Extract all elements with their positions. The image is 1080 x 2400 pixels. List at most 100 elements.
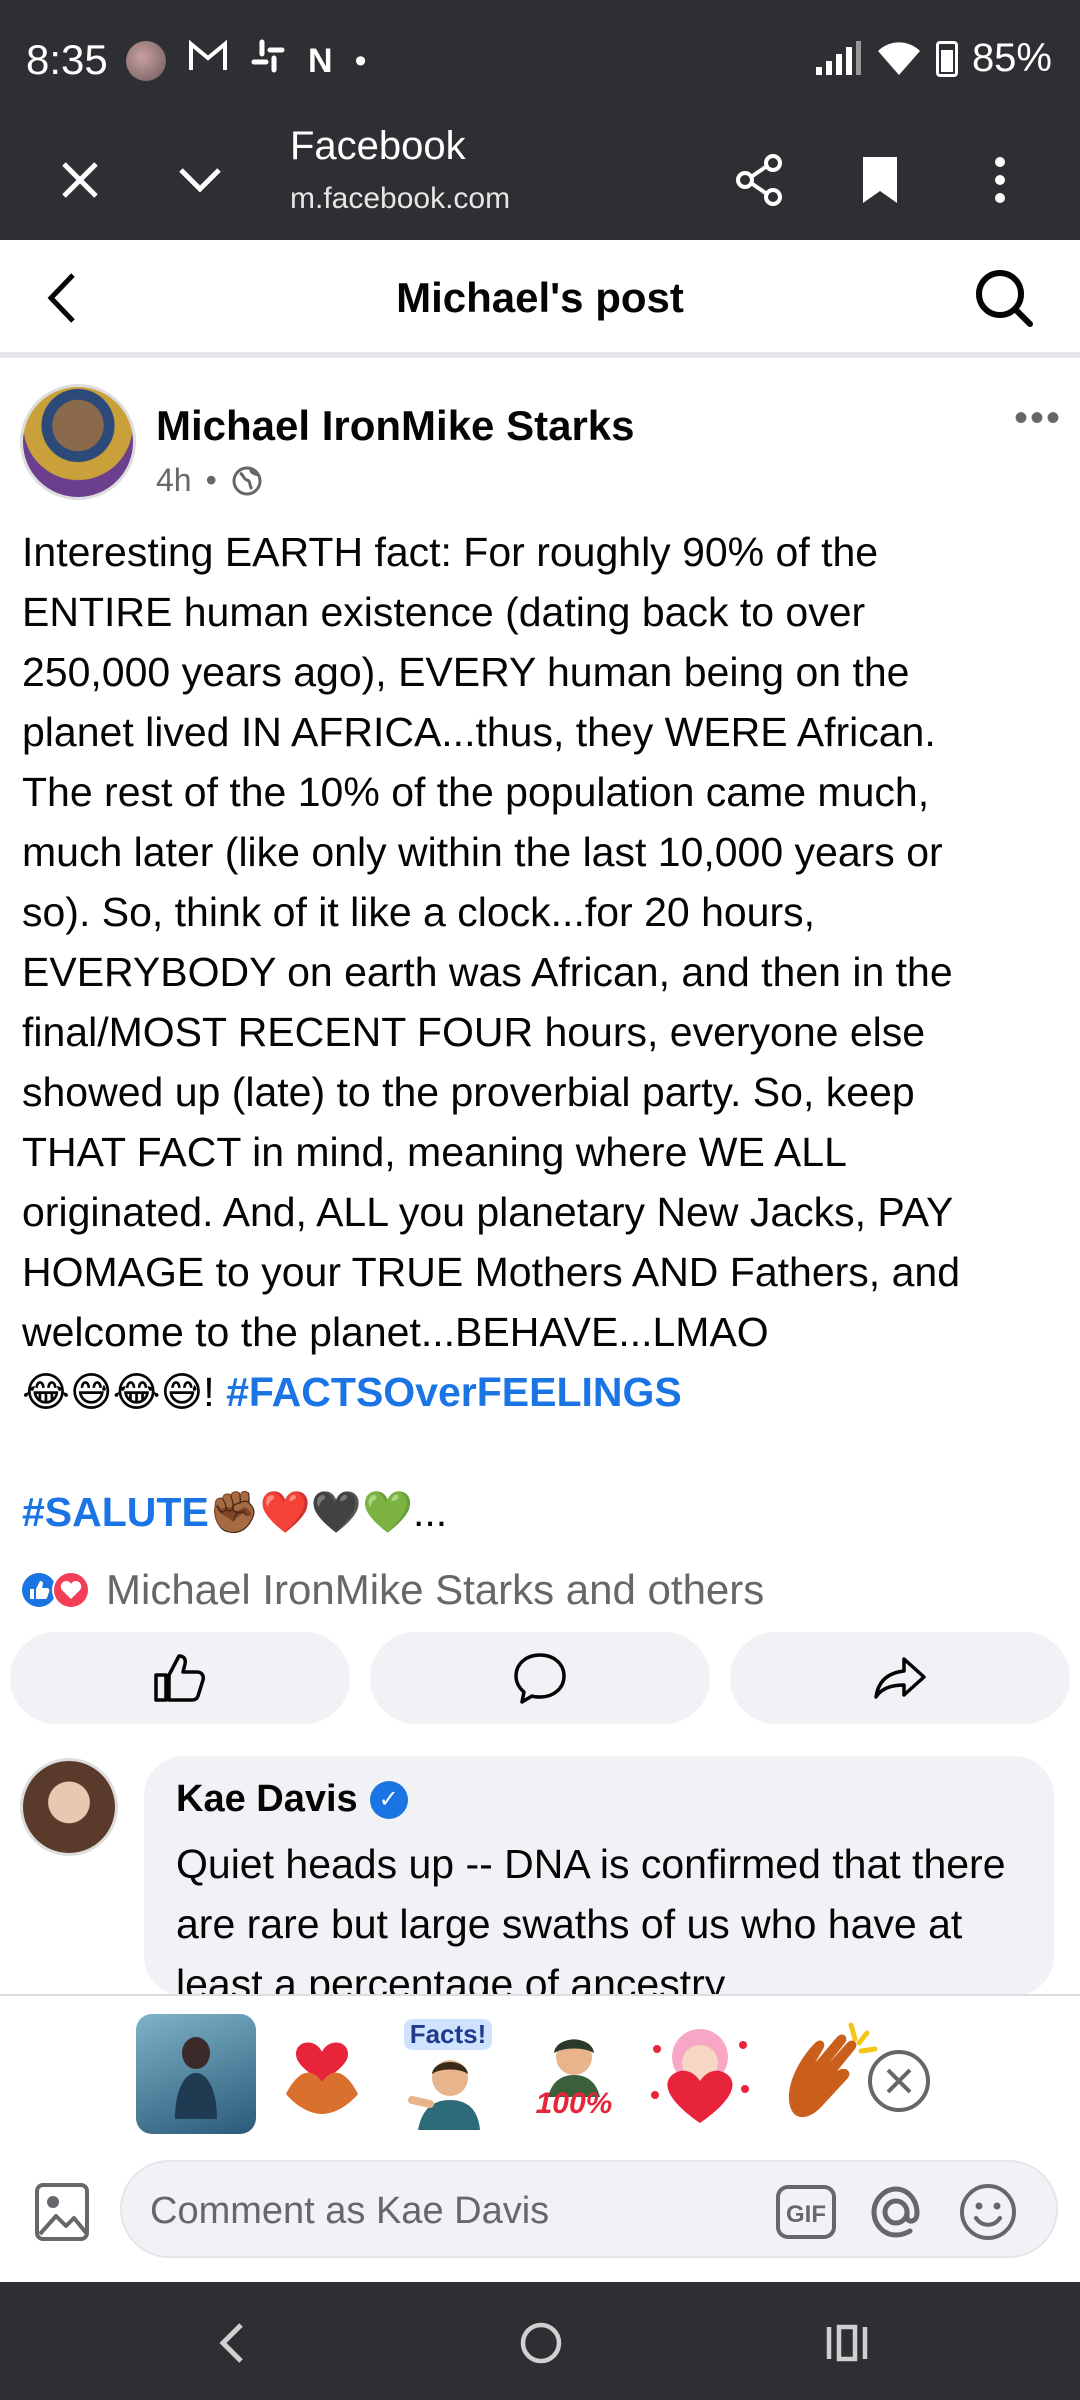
wifi-icon <box>877 41 920 75</box>
gmail-icon <box>188 39 228 81</box>
post-time[interactable]: 4h <box>156 462 192 499</box>
hashtag-salute[interactable]: #SALUTE <box>22 1489 209 1535</box>
post-options-button[interactable]: ••• <box>1014 396 1062 441</box>
hashtag-facts-over-feelings[interactable]: #FACTSOverFEELINGS <box>226 1369 682 1415</box>
comment-author-name[interactable]: Kae Davis <box>176 1778 358 1821</box>
back-icon <box>219 2323 243 2363</box>
smiley-icon <box>960 2184 1016 2240</box>
hundred-sticker-label: 100% <box>535 2087 613 2120</box>
status-time: 8:35 <box>26 36 108 83</box>
post-line: planet lived IN AFRICA...thus, they WERE… <box>22 709 936 755</box>
post-line: Interesting EARTH fact: For roughly 90% … <box>22 529 879 575</box>
bookmark-button[interactable] <box>848 148 912 212</box>
signal-icon <box>815 40 861 75</box>
share-icon <box>736 154 782 206</box>
more-vertical-icon <box>995 157 1005 203</box>
verified-badge-icon: ✓ <box>369 1780 408 1819</box>
home-circle-icon <box>520 2322 562 2364</box>
netflix-icon: N <box>308 41 333 80</box>
nav-back-button[interactable] <box>196 2308 266 2378</box>
battery-level: 85% <box>971 36 1052 80</box>
post-author-avatar[interactable] <box>20 384 136 500</box>
post-author-name[interactable]: Michael IronMike Starks <box>156 402 635 450</box>
post-line: originated. And, ALL you planetary New J… <box>22 1189 954 1235</box>
post-salute-line: #SALUTE✊🏾❤️🖤💚... <box>22 1482 1062 1542</box>
post-line: EVERYBODY on earth was African, and then… <box>22 949 953 995</box>
page-header: Michael's post <box>0 240 1080 358</box>
post-line: showed up (late) to the proverbial party… <box>22 1069 915 1115</box>
reactions-text[interactable]: Michael IronMike Starks and others <box>106 1566 764 1614</box>
post-line: so). So, think of it like a clock...for … <box>22 889 816 935</box>
close-icon <box>62 162 98 198</box>
dot-icon: • <box>354 41 367 80</box>
post-line: much later (like only within the last 10… <box>22 829 943 875</box>
comment-text: Quiet heads up -- DNA is confirmed that … <box>176 1841 1006 1996</box>
system-status: 85% <box>814 36 1052 81</box>
page-title: Michael's post <box>396 274 684 321</box>
gif-icon: GIF <box>776 2185 836 2239</box>
hundred-percent-sticker[interactable]: 100% <box>514 2014 634 2134</box>
post-emoji-line: 😂😅😂😅! #FACTSOverFEELINGS <box>22 1362 1062 1422</box>
photo-picker-button[interactable] <box>34 2182 90 2242</box>
emoji-sequence: 😂😅😂😅! <box>22 1369 227 1415</box>
heart-hands-sticker[interactable] <box>262 2014 382 2134</box>
share-button[interactable] <box>728 148 792 212</box>
image-icon <box>35 2183 89 2241</box>
nav-home-button[interactable] <box>506 2308 576 2378</box>
close-tab-button[interactable] <box>48 148 112 212</box>
search-icon <box>976 270 1033 327</box>
browser-menu-button[interactable] <box>968 148 1032 212</box>
minimize-button[interactable] <box>168 148 232 212</box>
browser-page-title: Facebook <box>290 124 466 168</box>
facts-sticker[interactable]: Facts! <box>388 2014 508 2134</box>
comment-input[interactable]: Comment as Kae Davis GIF <box>120 2160 1058 2258</box>
comment-author[interactable]: Kae Davis ✓ <box>176 1778 408 1821</box>
sticker-suggestions: Facts! 100% <box>136 2014 886 2134</box>
globe-icon <box>232 466 262 495</box>
post-line: welcome to the planet...BEHAVE...LMAO <box>22 1309 769 1355</box>
heart-girl-sticker[interactable] <box>640 2014 760 2134</box>
at-mention-icon <box>871 2186 920 2238</box>
emoji-button[interactable] <box>956 2180 1020 2244</box>
status-bar: 8:35 N • 85% <box>0 0 1080 124</box>
post-body: Interesting EARTH fact: For roughly 90% … <box>22 522 1062 1542</box>
comment-button[interactable] <box>370 1632 710 1724</box>
comment-composer: Facts! 100% Comment as Kae Davis GIF <box>0 1994 1080 2282</box>
post-line: final/MOST RECENT FOUR hours, everyone e… <box>22 1009 926 1055</box>
browser-toolbar: Facebook m.facebook.com <box>0 124 1080 240</box>
comment-bubble: Kae Davis ✓ Quiet heads up -- DNA is con… <box>144 1756 1054 1996</box>
post-line: ENTIRE human existence (dating back to o… <box>22 589 866 635</box>
comment-input-placeholder: Comment as Kae Davis <box>150 2190 550 2232</box>
recents-icon <box>826 2324 868 2362</box>
like-icon <box>154 1654 205 1702</box>
battery-icon <box>935 40 958 77</box>
browser-url[interactable]: m.facebook.com <box>290 182 510 216</box>
rain-window-sticker[interactable] <box>136 2014 256 2134</box>
comment-icon <box>514 1653 566 1704</box>
reactions-summary[interactable]: Michael IronMike Starks and others <box>20 1566 764 1614</box>
share-arrow-icon <box>874 1657 926 1699</box>
mention-button[interactable] <box>864 2180 928 2244</box>
post-line: HOMAGE to your TRUE Mothers AND Fathers,… <box>22 1249 960 1295</box>
post-line: 250,000 years ago), EVERY human being on… <box>22 649 910 695</box>
chevron-down-icon <box>179 168 221 193</box>
close-icon <box>886 2068 912 2094</box>
bookmark-icon <box>863 157 897 203</box>
nav-recents-button[interactable] <box>812 2308 882 2378</box>
gif-button[interactable]: GIF <box>774 2180 838 2244</box>
facts-sticker-label: Facts! <box>403 2018 493 2050</box>
post-line: The rest of the 10% of the population ca… <box>22 769 930 815</box>
share-post-button[interactable] <box>730 1632 1070 1724</box>
gif-label: GIF <box>786 2201 826 2228</box>
dismiss-stickers-button[interactable] <box>868 2050 930 2112</box>
love-reaction-icon <box>52 1571 90 1609</box>
salute-emojis: ✊🏾❤️🖤💚... <box>208 1489 448 1535</box>
gallery-thumb-icon <box>126 40 166 81</box>
search-button[interactable] <box>972 266 1036 330</box>
commenter-avatar[interactable] <box>20 1758 118 1856</box>
like-button[interactable] <box>10 1632 350 1724</box>
meta-separator: • <box>205 462 217 498</box>
post-meta: 4h • <box>156 462 263 499</box>
post-line: THAT FACT in mind, meaning where WE ALL <box>22 1129 847 1175</box>
